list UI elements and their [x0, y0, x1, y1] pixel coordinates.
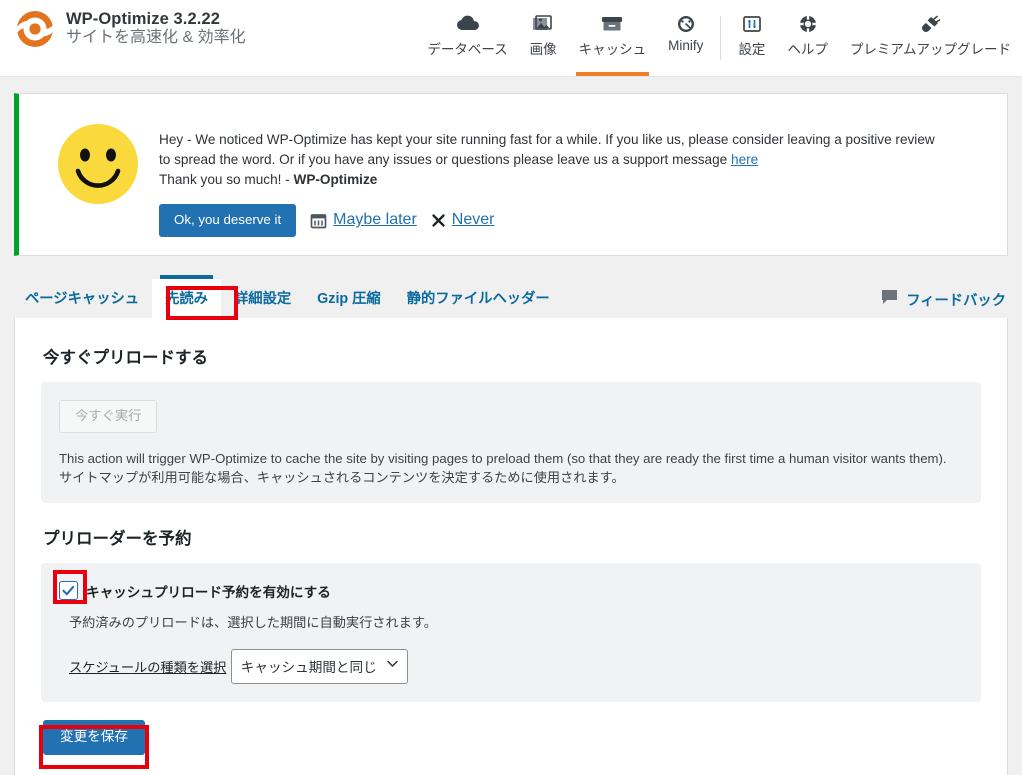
- maybe-later-action[interactable]: Maybe later: [310, 211, 417, 229]
- nav-label: Minify: [668, 38, 704, 53]
- smiley-face-icon: [57, 123, 139, 205]
- nav-item-settings[interactable]: 設定: [727, 8, 776, 76]
- nav-item-premium-upgrade[interactable]: プレミアムアップグレード: [839, 8, 1022, 76]
- main-nav: データベース 画像 キャッシュ Minify 設定 ヘルプ プレミアムアップグレ…: [416, 0, 1022, 76]
- enable-schedule-label: キャッシュプリロード予約を有効にする: [86, 584, 331, 600]
- schedule-type-label: スケジュールの種類を選択: [69, 659, 227, 675]
- plug-icon: [918, 11, 942, 37]
- gauge-icon: [675, 11, 697, 37]
- review-notice: Hey - We noticed WP-Optimize has kept yo…: [14, 93, 1008, 256]
- schedule-sub-text: 予約済みのプリロードは、選択した期間に自動実行されます。: [69, 614, 437, 630]
- notice-actions: Ok, you deserve it Maybe later Never: [159, 204, 935, 237]
- run-now-button[interactable]: 今すぐ実行: [59, 399, 158, 433]
- nav-item-minify[interactable]: Minify: [657, 8, 714, 76]
- speech-bubble-icon: [881, 289, 898, 310]
- archive-box-icon: [600, 11, 624, 37]
- tab-page-cache[interactable]: ページキャッシュ: [12, 279, 152, 318]
- images-icon: [532, 11, 554, 37]
- nav-item-images[interactable]: 画像: [519, 8, 568, 76]
- nav-label: ヘルプ: [787, 42, 828, 57]
- feedback-link[interactable]: フィードバック: [881, 289, 1006, 318]
- nav-item-cache[interactable]: キャッシュ: [568, 8, 658, 76]
- preload-panel: 今すぐプリロードする 今すぐ実行 This action will trigge…: [14, 317, 1008, 775]
- enable-schedule-checkbox[interactable]: [59, 581, 78, 601]
- preload-now-title: 今すぐプリロードする: [43, 348, 208, 367]
- notice-line-2: to spread the word. Or if you have any i…: [159, 150, 935, 170]
- tab-advanced-settings[interactable]: 詳細設定: [221, 279, 304, 318]
- enable-schedule-row[interactable]: キャッシュプリロード予約を有効にする: [59, 581, 963, 601]
- wp-optimize-logo-icon: [14, 8, 56, 50]
- chevron-down-icon: [386, 660, 398, 671]
- schedule-type-value: キャッシュ期間と同じ: [240, 659, 377, 675]
- nav-item-help[interactable]: ヘルプ: [776, 8, 839, 76]
- notice-line-1: Hey - We noticed WP-Optimize has kept yo…: [159, 132, 935, 147]
- never-link[interactable]: Never: [452, 211, 495, 229]
- checkmark-icon: [62, 586, 75, 596]
- notice-body: Hey - We noticed WP-Optimize has kept yo…: [159, 110, 935, 237]
- tab-static-file-headers[interactable]: 静的ファイルヘッダー: [394, 279, 563, 318]
- content-wrap: Hey - We noticed WP-Optimize has kept yo…: [0, 93, 1022, 256]
- notice-signature: WP-Optimize: [293, 172, 378, 187]
- nav-label: データベース: [427, 42, 508, 57]
- cloud-icon: [456, 11, 480, 37]
- app-title: WP-Optimize 3.2.22: [66, 9, 221, 28]
- schedule-card: キャッシュプリロード予約を有効にする 予約済みのプリロードは、選択した期間に自動…: [41, 562, 981, 702]
- notice-thanks-text: Thank you so much! -: [159, 172, 294, 187]
- tab-gzip-compression[interactable]: Gzip 圧縮: [304, 279, 394, 318]
- support-message-link[interactable]: here: [731, 152, 758, 167]
- nav-label: 画像: [529, 42, 557, 57]
- nav-label: キャッシュ: [578, 42, 647, 57]
- notice-line-3: Thank you so much! - WP-Optimize: [159, 170, 935, 190]
- tab-preload[interactable]: 先読み: [152, 274, 221, 318]
- preload-now-card: 今すぐ実行 This action will trigger WP-Optimi…: [41, 381, 981, 503]
- app-subtitle: サイトを高速化 & 効率化: [66, 29, 246, 47]
- preload-now-description: This action will trigger WP-Optimize to …: [59, 450, 947, 485]
- nav-divider: [720, 16, 722, 60]
- save-changes-button[interactable]: 変更を保存: [43, 719, 145, 756]
- never-action[interactable]: Never: [431, 211, 495, 229]
- feedback-label: フィードバック: [906, 292, 1006, 309]
- lifebuoy-icon: [797, 11, 819, 37]
- close-x-icon: [431, 213, 446, 228]
- active-nav-underline: [575, 72, 650, 76]
- tab-label: 詳細設定: [233, 290, 292, 307]
- app-header: WP-Optimize 3.2.22 サイトを高速化 & 効率化 データベース …: [0, 0, 1022, 77]
- save-row: 変更を保存: [43, 719, 991, 756]
- brand: WP-Optimize 3.2.22 サイトを高速化 & 効率化: [0, 0, 246, 50]
- nav-item-database[interactable]: データベース: [416, 8, 518, 76]
- sliders-icon: [742, 11, 762, 37]
- tab-label: 静的ファイルヘッダー: [406, 290, 550, 307]
- schedule-type-select[interactable]: キャッシュ期間と同じ: [230, 648, 408, 684]
- tab-active-indicator: [160, 274, 213, 279]
- tab-label: Gzip 圧縮: [317, 290, 381, 307]
- nav-label: 設定: [738, 42, 766, 57]
- maybe-later-link[interactable]: Maybe later: [333, 211, 417, 229]
- schedule-preloader-title: プリローダーを予約: [43, 529, 192, 548]
- calendar-icon: [310, 212, 327, 229]
- nav-label: プレミアムアップグレード: [849, 42, 1011, 57]
- schedule-type-field: スケジュールの種類を選択 キャッシュ期間と同じ: [69, 648, 963, 684]
- tab-label: 先読み: [165, 290, 208, 307]
- tab-label: ページキャッシュ: [25, 290, 140, 307]
- ok-you-deserve-it-button[interactable]: Ok, you deserve it: [159, 204, 297, 237]
- tab-bar: ページキャッシュ 先読み 詳細設定 Gzip 圧縮 静的ファイルヘッダー フィー…: [0, 274, 1022, 318]
- notice-line-2-text: to spread the word. Or if you have any i…: [159, 152, 732, 167]
